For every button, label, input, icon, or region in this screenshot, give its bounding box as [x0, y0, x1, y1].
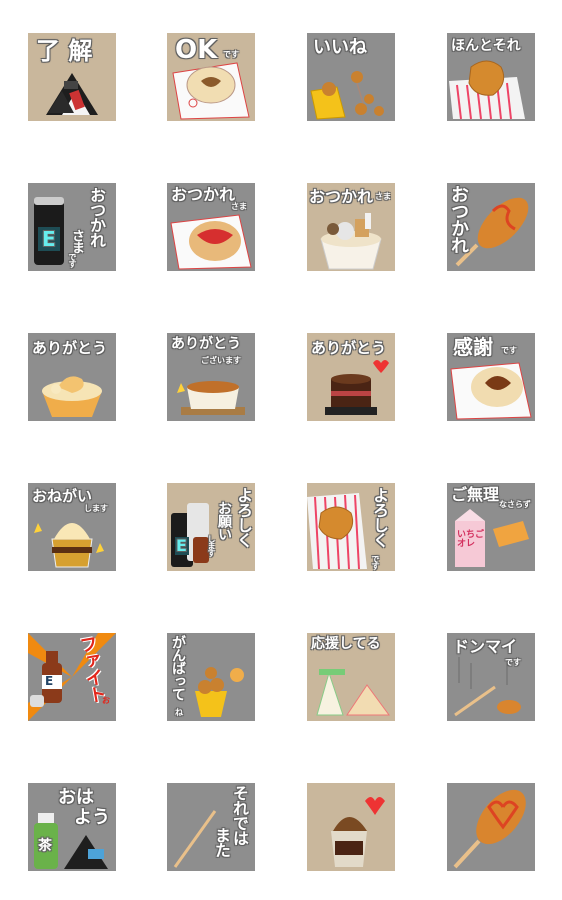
tea-label: 茶: [38, 838, 52, 854]
bottle-letter: E: [45, 674, 54, 688]
sticker-donmaidesu[interactable]: ドンマイ です: [447, 633, 535, 721]
label-main: おつかれ: [171, 185, 236, 204]
heart-corndog-icon: [453, 789, 526, 869]
label-main2: お願い: [216, 501, 232, 540]
milk-label: いちご オレ: [457, 530, 485, 549]
sticker-faito[interactable]: E ファイト お: [28, 633, 116, 721]
sticker-arigatou-custard[interactable]: ありがとう: [28, 333, 116, 421]
sticker-otsukaresama-oden[interactable]: おつかれ さま: [307, 183, 395, 271]
chocolate-parfait-icon: [331, 797, 385, 867]
label-sub: です: [501, 346, 517, 355]
label-sub: お: [102, 696, 110, 705]
sticker-yoroshikuonegaishimasu[interactable]: E よろしく お願い します: [167, 483, 255, 571]
sticker-ouenshiteru[interactable]: 応援してる: [307, 633, 395, 721]
sticker-arigatougozaimasu[interactable]: ありがとう ございます: [167, 333, 255, 421]
label-main: OK: [175, 35, 218, 65]
label-main: おつかれ: [448, 185, 469, 253]
label-sub: です: [505, 658, 521, 667]
label-main: 応援してる: [311, 636, 381, 652]
can-letter: E: [176, 536, 187, 555]
sticker-sheet: { "stickers": [ {"id":"s1","bg":"#c9b79c…: [0, 0, 562, 900]
label-sub: です: [223, 50, 239, 59]
label-main: 感謝: [453, 335, 493, 359]
sticker-ganbattene[interactable]: がんばって ね: [167, 633, 255, 721]
label-sub: さま: [375, 192, 391, 201]
label-main: ありがとう: [32, 339, 108, 357]
label-sub: します: [207, 535, 216, 556]
label-main: おねがい: [32, 487, 93, 505]
label-main: ドンマイ: [453, 637, 518, 656]
label-main: おつかれ: [309, 187, 374, 206]
label-main: それでは: [230, 785, 249, 845]
sticker-otsukaresama-bun[interactable]: おつかれ さま: [167, 183, 255, 271]
label-main: ありがとう: [171, 336, 241, 352]
can-letter: E: [42, 227, 56, 251]
sticker-gomurinasarazu[interactable]: いちご オレ ご無理 なさらず: [447, 483, 535, 571]
sticker-otsukare-corndog[interactable]: おつかれ: [447, 183, 535, 271]
label-main: ありがとう: [311, 339, 387, 357]
label-sub: します: [84, 504, 108, 513]
label-main2: よう: [74, 807, 110, 828]
sticker-ok[interactable]: OK です: [167, 33, 255, 121]
label-main: いいね: [313, 37, 367, 58]
label-main: ご無理: [451, 485, 500, 504]
label-main: がんばって: [170, 635, 186, 700]
label-main: おは: [58, 787, 94, 808]
label-main: おつかれ: [87, 187, 106, 247]
sticker-onegaishimasu[interactable]: おねがい します: [28, 483, 116, 571]
label-main: ほんとそれ: [451, 38, 521, 54]
sticker-otsukaresamadesu-can[interactable]: E おつかれ さま です: [28, 183, 116, 271]
label-main: 了 解: [36, 37, 93, 65]
label-sub: ね: [175, 708, 183, 717]
label-main2: また: [212, 827, 231, 857]
label-sub: さま: [231, 202, 247, 211]
sticker-heart-corndog[interactable]: [447, 783, 535, 871]
label-sub2: さま: [69, 229, 84, 253]
label-sub: なさらず: [499, 500, 531, 509]
sticker-soredehamata[interactable]: それでは また: [167, 783, 255, 871]
sticker-arigatou-cake[interactable]: ありがとう: [307, 333, 395, 421]
label-main: よろしく: [370, 487, 389, 547]
label-main: よろしく: [234, 487, 253, 547]
sticker-iine[interactable]: いいね: [307, 33, 395, 121]
sticker-hontosore[interactable]: ほんとそれ: [447, 33, 535, 121]
sticker-ryoukai[interactable]: 了 解: [28, 33, 116, 121]
sticker-ohayou[interactable]: 茶 おは よう: [28, 783, 116, 871]
label-sub: です: [68, 253, 77, 267]
label-sub: です: [371, 555, 380, 569]
sticker-kanshadesu[interactable]: 感謝 です: [447, 333, 535, 421]
sticker-love-dessert[interactable]: [307, 783, 395, 871]
sticker-yoroshikudesu[interactable]: よろしく です: [307, 483, 395, 571]
label-sub: ございます: [201, 356, 241, 365]
